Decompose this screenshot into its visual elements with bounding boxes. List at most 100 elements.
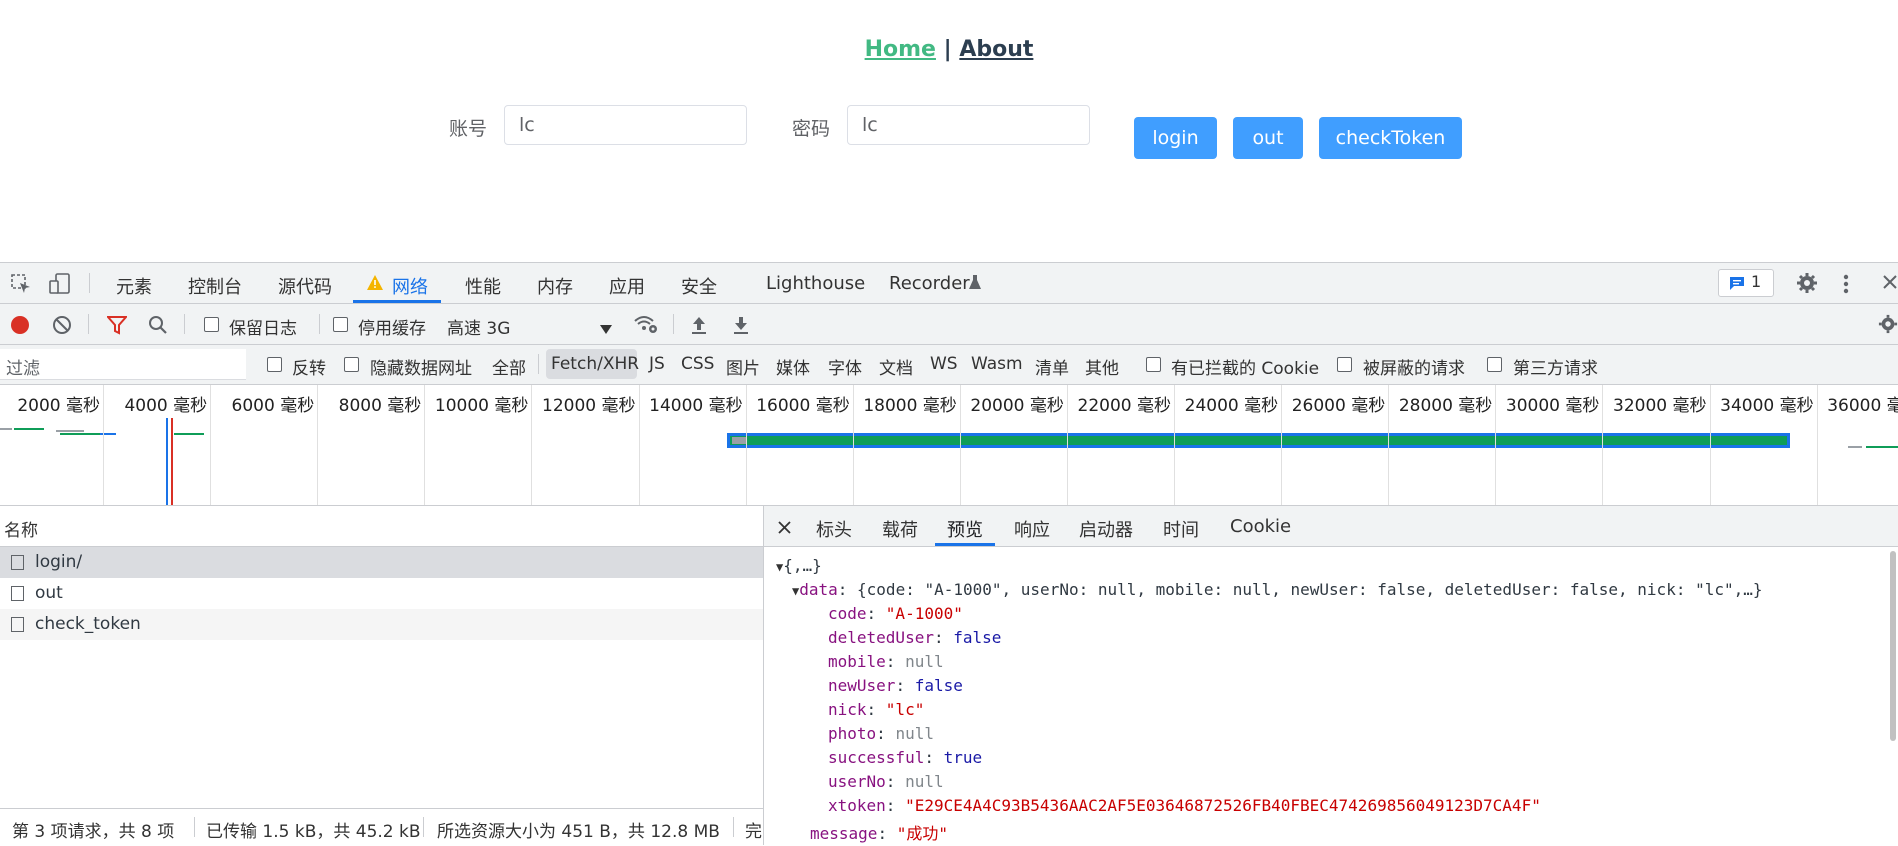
tab-elements[interactable]: 元素 xyxy=(116,273,152,299)
network-settings-gear-icon[interactable] xyxy=(1878,313,1898,340)
filter-type-img[interactable]: 图片 xyxy=(726,354,760,379)
tab-lighthouse[interactable]: Lighthouse xyxy=(766,273,865,294)
inspect-element-icon[interactable] xyxy=(10,273,32,300)
timeline-overview[interactable]: 2000 毫秒 4000 毫秒 6000 毫秒 8000 毫秒 10000 毫秒 1200… xyxy=(0,385,1898,506)
devtools-tabbar: 元素 控制台 源代码 网络 性能 内存 应用 安全 Lighthouse Rec… xyxy=(0,263,1898,304)
filter-type-manifest[interactable]: 清单 xyxy=(1035,354,1069,379)
timeline-bar-queue xyxy=(732,437,746,444)
login-button[interactable]: login xyxy=(1134,117,1217,159)
timeline-bar xyxy=(174,433,204,435)
tab-network[interactable]: 网络 xyxy=(392,273,428,299)
json-field-row: newUser: false xyxy=(828,676,963,695)
detail-tab-cookies[interactable]: Cookie xyxy=(1230,516,1291,537)
nav-separator: | xyxy=(935,37,960,62)
third-party-label: 第三方请求 xyxy=(1513,359,1598,379)
filter-type-doc[interactable]: 文档 xyxy=(879,354,913,379)
blocked-cookies-checkbox[interactable] xyxy=(1146,357,1161,372)
timeline-gridline xyxy=(959,385,961,505)
filter-type-css[interactable]: CSS xyxy=(681,354,714,374)
json-field-row: successful: true xyxy=(828,748,983,767)
timeline-bar xyxy=(60,433,100,435)
tab-application[interactable]: 应用 xyxy=(609,273,645,299)
blocked-requests-checkbox[interactable] xyxy=(1337,357,1352,372)
detail-tab-initiator[interactable]: 启动器 xyxy=(1079,516,1133,542)
settings-gear-icon[interactable] xyxy=(1796,272,1818,299)
preserve-log-checkbox[interactable] xyxy=(204,317,219,332)
network-conditions-icon[interactable] xyxy=(633,313,659,340)
filter-type-media[interactable]: 媒体 xyxy=(776,354,810,379)
request-count: 第 3 项请求，共 8 项 xyxy=(12,822,175,842)
json-field-row: code: "A-1000" xyxy=(828,604,963,623)
toolbar-divider-2 xyxy=(184,314,185,334)
detail-tab-timing[interactable]: 时间 xyxy=(1163,516,1199,542)
filter-type-wasm[interactable]: Wasm xyxy=(971,354,1023,374)
throttle-select[interactable]: 高速 3G xyxy=(447,314,510,339)
export-har-icon[interactable] xyxy=(732,315,750,340)
search-icon[interactable] xyxy=(148,315,168,340)
filter-divider xyxy=(538,354,539,374)
request-name: out xyxy=(35,583,63,603)
detail-tab-payload[interactable]: 载荷 xyxy=(882,516,918,542)
invert-checkbox[interactable] xyxy=(267,357,282,372)
account-input[interactable]: lc xyxy=(504,105,747,145)
json-field-row: deletedUser: false xyxy=(828,628,1002,647)
preview-data-row[interactable]: ▼data: {code: "A-1000", userNo: null, mo… xyxy=(792,580,1763,599)
filter-input[interactable]: 过滤 xyxy=(0,349,246,380)
filter-type-fetch-xhr[interactable]: Fetch/XHR xyxy=(551,354,639,374)
about-link[interactable]: About xyxy=(959,37,1033,62)
disable-cache-label: 停用缓存 xyxy=(358,319,426,339)
timeline-bar-fill xyxy=(730,436,1787,445)
preview-root-row[interactable]: ▼{,…} xyxy=(776,556,822,575)
detail-tab-preview[interactable]: 预览 xyxy=(947,516,983,542)
preview-scrollbar[interactable] xyxy=(1890,551,1896,741)
blocked-requests-label: 被屏蔽的请求 xyxy=(1363,359,1465,379)
clear-icon[interactable] xyxy=(52,315,72,340)
top-nav: Home | About xyxy=(0,37,1898,62)
out-button[interactable]: out xyxy=(1233,117,1303,159)
timeline-gridline xyxy=(1495,385,1497,505)
filter-type-font[interactable]: 字体 xyxy=(828,354,862,379)
filter-placeholder: 过滤 xyxy=(6,359,40,379)
name-column-header[interactable]: 名称 xyxy=(4,516,38,541)
issues-badge[interactable]: 1 xyxy=(1718,269,1774,297)
request-row-check-token[interactable]: check_token xyxy=(0,609,763,640)
close-icon[interactable] xyxy=(778,519,791,539)
disable-cache-checkbox[interactable] xyxy=(333,317,348,332)
tab-console[interactable]: 控制台 xyxy=(188,273,242,299)
timeline-gridline xyxy=(1174,385,1175,505)
timeline-tick-label: 6000 毫秒 xyxy=(231,396,315,416)
data-summary: {code: "A-1000", userNo: null, mobile: n… xyxy=(857,580,1763,599)
timeline-gridline xyxy=(1709,385,1711,505)
third-party-checkbox[interactable] xyxy=(1487,357,1502,372)
check-token-button[interactable]: checkToken xyxy=(1319,117,1462,159)
tab-performance[interactable]: 性能 xyxy=(465,273,501,299)
filter-bar: 过滤 反转 隐藏数据网址 全部 Fetch/XHR JS CSS 图片 媒体 字… xyxy=(0,345,1898,385)
timeline-gridline xyxy=(745,385,747,505)
detail-tab-response[interactable]: 响应 xyxy=(1014,516,1050,542)
filter-type-js[interactable]: JS xyxy=(649,354,665,374)
hide-data-urls-checkbox[interactable] xyxy=(344,357,359,372)
filter-icon[interactable] xyxy=(105,315,129,340)
chevron-down-icon[interactable] xyxy=(600,319,612,339)
detail-tab-headers[interactable]: 标头 xyxy=(816,516,852,542)
request-row-out[interactable]: out xyxy=(0,578,763,609)
import-har-icon[interactable] xyxy=(690,315,708,340)
active-detail-tab-indicator xyxy=(935,543,995,546)
json-value: null xyxy=(905,652,944,671)
tab-memory[interactable]: 内存 xyxy=(537,273,573,299)
request-row-login[interactable]: login/ xyxy=(0,547,763,578)
tab-recorder[interactable]: Recorder xyxy=(889,273,970,294)
filter-type-all[interactable]: 全部 xyxy=(492,354,526,379)
filter-type-ws[interactable]: WS xyxy=(930,354,958,374)
more-options-icon[interactable] xyxy=(1842,273,1850,300)
preview-root: {,…} xyxy=(783,556,822,575)
device-toolbar-icon[interactable] xyxy=(48,272,72,301)
tab-security[interactable]: 安全 xyxy=(681,273,717,299)
record-icon[interactable] xyxy=(10,315,30,340)
tab-sources[interactable]: 源代码 xyxy=(278,273,332,299)
close-icon[interactable] xyxy=(1882,274,1898,295)
filter-type-other[interactable]: 其他 xyxy=(1085,354,1119,379)
home-link[interactable]: Home xyxy=(865,37,936,62)
app-page: Home | About 账号 lc 密码 lc login out check… xyxy=(0,0,1898,262)
password-input[interactable]: lc xyxy=(847,105,1090,145)
